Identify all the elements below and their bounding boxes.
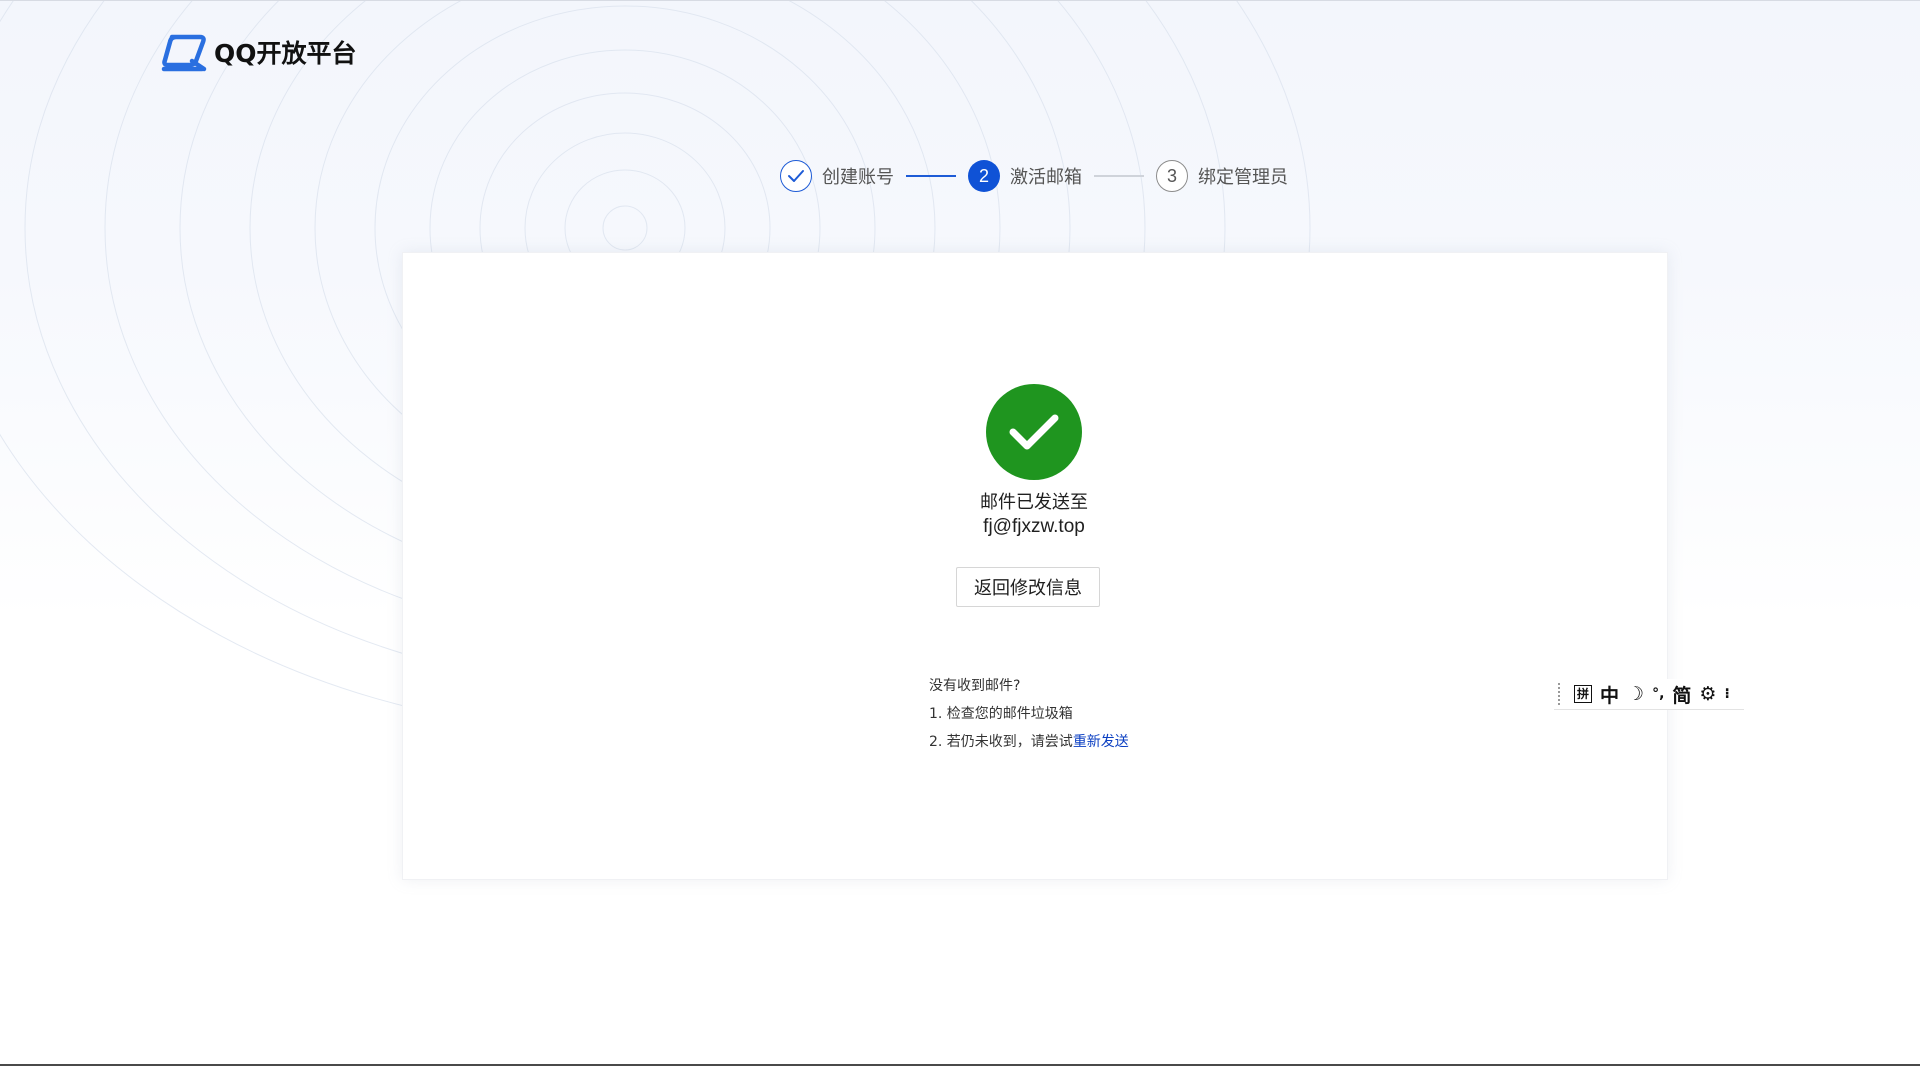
- step-2-number: 2: [968, 160, 1000, 192]
- logo-icon: [161, 34, 207, 72]
- help-section: 没有收到邮件? 1. 检查您的邮件垃圾箱 2. 若仍未收到，请尝试重新发送: [929, 672, 1129, 756]
- step-1-label: 创建账号: [822, 167, 894, 188]
- ime-toolbar: 拼 中 ☽ °, 简 ⚙ ⁝: [1554, 679, 1744, 710]
- step-1-check-icon: [780, 160, 812, 192]
- ime-pinyin-icon[interactable]: 拼: [1574, 685, 1592, 703]
- step-3-number: 3: [1156, 160, 1188, 192]
- step-connector-1: [906, 175, 956, 177]
- help-tip-1: 1. 检查您的邮件垃圾箱: [929, 706, 1073, 722]
- help-tip-2: 2. 若仍未收到，请尝试重新发送: [929, 728, 1129, 756]
- step-bind-admin: 3 绑定管理员: [1156, 160, 1288, 192]
- success-check-icon: [986, 384, 1082, 480]
- help-title: 没有收到邮件?: [929, 678, 1021, 694]
- qq-open-platform-logo[interactable]: QQ开放平台: [160, 30, 357, 74]
- step-2-label: 激活邮箱: [1010, 167, 1082, 188]
- ime-chinese-mode-icon[interactable]: 中: [1600, 681, 1619, 708]
- sent-email-address: fj@fjxzw.top: [983, 516, 1085, 537]
- step-create-account: 创建账号: [780, 160, 894, 192]
- ime-settings-icon[interactable]: ⚙: [1699, 683, 1716, 705]
- back-edit-info-button[interactable]: 返回修改信息: [956, 567, 1100, 607]
- step-activate-email: 2 激活邮箱: [968, 160, 1082, 192]
- logo-text: QQ开放平台: [214, 39, 357, 68]
- resend-link[interactable]: 重新发送: [1073, 734, 1129, 750]
- ime-punctuation-icon[interactable]: °,: [1652, 686, 1664, 702]
- progress-steps: 创建账号 2 激活邮箱 3 绑定管理员: [780, 158, 1288, 194]
- help-tip-2-text: 2. 若仍未收到，请尝试: [929, 734, 1073, 750]
- content-card: [402, 252, 1668, 880]
- step-connector-2: [1094, 175, 1144, 177]
- top-border: [0, 0, 1920, 1]
- step-3-label: 绑定管理员: [1198, 167, 1288, 188]
- ime-moon-icon[interactable]: ☽: [1627, 683, 1644, 705]
- ime-more-icon[interactable]: ⁝: [1724, 686, 1729, 702]
- email-sent-label: 邮件已发送至: [980, 492, 1088, 513]
- ime-drag-handle[interactable]: [1558, 683, 1564, 705]
- ime-simplified-icon[interactable]: 简: [1672, 681, 1691, 708]
